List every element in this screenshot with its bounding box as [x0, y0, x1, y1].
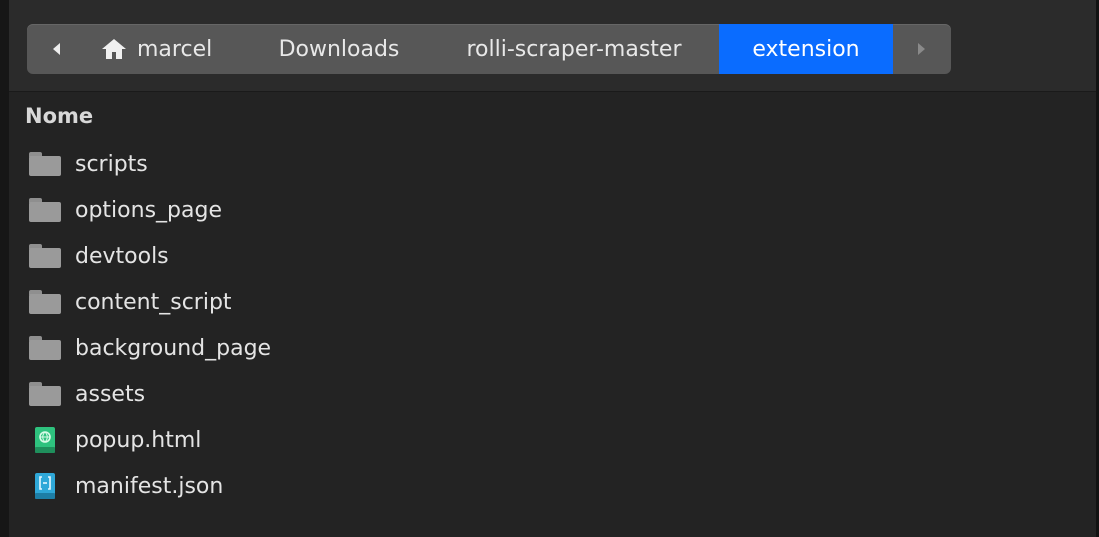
breadcrumb-project[interactable]: rolli-scraper-master [429, 24, 719, 74]
back-button[interactable] [27, 24, 85, 74]
breadcrumb: marcel Downloads rolli-scraper-master ex… [27, 24, 951, 74]
list-item-options-page[interactable]: options_page [9, 187, 1096, 233]
toolbar: marcel Downloads rolli-scraper-master ex… [9, 0, 1096, 92]
home-icon [101, 38, 127, 60]
list-item-manifest-json[interactable]: manifest.json [9, 463, 1096, 509]
list-item-label: assets [75, 381, 146, 407]
list-item-assets[interactable]: assets [9, 371, 1096, 417]
chevron-right-icon [918, 43, 925, 55]
list-item-label: options_page [75, 197, 222, 223]
html-file-icon [29, 424, 61, 456]
breadcrumb-home[interactable]: marcel [85, 24, 249, 74]
folder-icon [29, 336, 61, 360]
file-manager-window: marcel Downloads rolli-scraper-master ex… [0, 0, 1099, 537]
list-item-devtools[interactable]: devtools [9, 233, 1096, 279]
breadcrumb-label-current: extension [752, 36, 860, 62]
folder-icon [29, 198, 61, 222]
chevron-left-icon [53, 43, 60, 55]
json-file-icon [29, 470, 61, 502]
forward-button[interactable] [893, 24, 951, 74]
breadcrumb-label-home: marcel [137, 36, 213, 62]
list-item-background-page[interactable]: background_page [9, 325, 1096, 371]
list-item-label: devtools [75, 243, 169, 269]
file-list: scripts options_page devtools content_sc… [9, 141, 1096, 509]
column-header-name[interactable]: Nome [25, 104, 93, 128]
list-item-popup-html[interactable]: popup.html [9, 417, 1096, 463]
window-left-border [0, 0, 9, 537]
list-item-label: manifest.json [75, 473, 224, 499]
file-list-view: Nome scripts options_page devtools conte… [9, 92, 1096, 537]
list-item-label: background_page [75, 335, 272, 361]
folder-icon [29, 382, 61, 406]
breadcrumb-label-downloads: Downloads [278, 36, 400, 62]
breadcrumb-downloads[interactable]: Downloads [249, 24, 429, 74]
folder-icon [29, 152, 61, 176]
list-item-content-script[interactable]: content_script [9, 279, 1096, 325]
list-item-scripts[interactable]: scripts [9, 141, 1096, 187]
list-item-label: scripts [75, 151, 148, 177]
breadcrumb-label-project: rolli-scraper-master [466, 36, 682, 62]
folder-icon [29, 290, 61, 314]
list-item-label: content_script [75, 289, 232, 315]
folder-icon [29, 244, 61, 268]
list-item-label: popup.html [75, 427, 202, 453]
breadcrumb-current[interactable]: extension [719, 24, 893, 74]
